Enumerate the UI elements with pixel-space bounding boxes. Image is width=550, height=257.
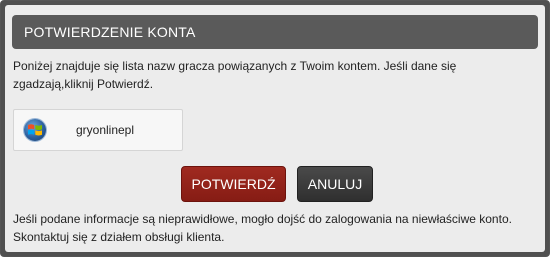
account-confirmation-dialog: POTWIERDZENIE KONTA Poniżej znajduje się… <box>5 5 545 252</box>
footer-line-2: Skontaktuj się z działem obsługi klienta… <box>13 230 225 244</box>
intro-line-1: Poniżej znajduje się lista nazw gracza p… <box>13 59 457 73</box>
footer-text: Jeśli podane informacje są nieprawidłowe… <box>13 210 541 246</box>
gamer-tag: gryonlinepl <box>75 123 135 137</box>
dialog-title: POTWIERDZENIE KONTA <box>24 24 196 40</box>
dialog-title-bar: POTWIERDZENIE KONTA <box>12 15 538 49</box>
dialog-frame: POTWIERDZENIE KONTA Poniżej znajduje się… <box>0 0 550 257</box>
confirm-button[interactable]: POTWIERDŹ <box>181 166 286 202</box>
intro-text: Poniżej znajduje się lista nazw gracza p… <box>13 57 533 93</box>
intro-line-2: zgadzają,kliknij Potwierdź. <box>13 77 154 91</box>
linked-account-item: gryonlinepl <box>13 109 183 151</box>
footer-line-1: Jeśli podane informacje są nieprawidłowe… <box>13 212 512 226</box>
cancel-button[interactable]: ANULUJ <box>297 166 373 202</box>
